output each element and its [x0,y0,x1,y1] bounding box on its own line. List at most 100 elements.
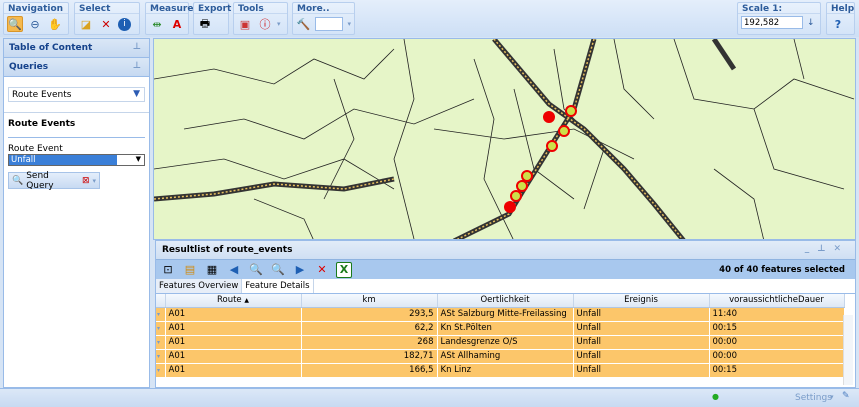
boundaries [154,39,855,239]
table-cell: 00:00 [709,335,845,350]
group-title: Select [75,3,139,14]
close-icon[interactable]: ✕ [833,244,849,254]
delete-icon[interactable]: ✕ [314,262,330,278]
table-cell: 00:15 [709,363,845,378]
table-cell: Landesgrenze O/S [437,335,574,350]
table-cell: Kn Linz [437,363,574,378]
chevron-down-icon[interactable]: ▾ [830,393,834,401]
results-table: Route ▲ km Oertlichkeit Ereignis vorauss… [156,294,845,378]
pin-icon[interactable]: ⊥ [133,42,141,52]
select-icon[interactable]: ◪ [78,16,94,32]
settings-menu[interactable]: Settings [795,393,832,403]
tools-group: Tools ▣ ⓘ ▾ [233,2,288,35]
chevron-down-icon[interactable]: ▾ [277,20,281,28]
column-header-oertlichkeit[interactable]: Oertlichkeit [437,294,574,308]
layer-icon[interactable]: ▦ [204,262,220,278]
table-row[interactable]: ▾ A01 268 Landesgrenze O/S Unfall 00:00 [156,335,845,350]
toc-header[interactable]: Table of Content ⊥ [4,39,149,58]
select-group: Select ◪ ✕ i [74,2,140,35]
table-cell: Unfall [573,321,710,336]
send-query-label: Send Query [26,170,54,191]
clear-selection-icon[interactable]: ✕ [98,16,114,32]
route-event-value: Unfall [9,155,117,165]
query-select[interactable]: Route Events ▼ [8,87,145,102]
edit-pen-icon[interactable]: ✎ [842,391,850,401]
tooltip-icon[interactable]: ⓘ [257,16,273,32]
table-cell: 166,5 [301,363,438,378]
table-scrollbar[interactable] [843,315,853,385]
pin-icon[interactable]: ⊥ [133,61,141,71]
tool-icon[interactable]: ▣ [237,16,253,32]
row-expander-icon[interactable]: ▾ [156,335,166,350]
table-cell: Unfall [573,363,710,378]
zoom-previous-icon[interactable]: 🔍 [248,262,264,278]
result-title: Resultlist of route_events [162,245,293,255]
scale-input[interactable]: 192,582 [741,16,803,29]
pan-hand-icon[interactable]: ✋ [47,16,63,32]
table-cell: 182,71 [301,349,438,364]
row-expander-icon[interactable]: ▾ [156,349,166,364]
table-icon[interactable]: ▤ [182,262,198,278]
row-expander-icon[interactable]: ▾ [156,321,166,336]
table-row[interactable]: ▾ A01 293,5 ASt Salzburg Mitte-Freilassing U… [156,307,845,322]
navigation-group: Navigation 🔍 ⊖ ✋ [3,2,69,35]
row-expander-icon[interactable]: ▾ [156,363,166,378]
event-marker [521,170,533,182]
zoom-next-icon[interactable]: 🔍 [270,262,286,278]
arrow-right-icon[interactable]: ▶ [292,262,308,278]
row-handle-header [156,294,166,308]
map-view[interactable] [153,38,856,240]
table-cell: ASt Salzburg Mitte-Freilassing [437,307,574,322]
scale-label: Scale 1: [738,3,820,14]
arrow-left-icon[interactable]: ◀ [226,262,242,278]
chevron-down-icon[interactable]: ▼ [136,155,141,163]
zoom-out-icon[interactable]: ⊖ [27,16,43,32]
zoom-to-selection-icon[interactable]: ⊡ [160,262,176,278]
status-indicator-icon: ● [712,392,719,401]
queries-header[interactable]: Queries ⊥ [4,58,149,77]
print-icon[interactable]: 🖶 [197,16,213,32]
group-title: Measure [146,3,193,14]
row-expander-icon[interactable]: ▾ [156,307,166,322]
send-query-button[interactable]: 🔍 Send Query ⊠ ▾ [8,170,100,191]
column-header-km[interactable]: km [301,294,438,308]
column-header-dauer[interactable]: voraussichtlicheDauer [709,294,845,308]
tab-feature-details[interactable]: Feature Details [242,279,314,293]
chevron-down-icon[interactable]: ▾ [92,177,96,185]
query-tool-icon[interactable]: ⊠ [82,176,90,186]
result-toolbar: ⊡ ▤ ▦ ◀ 🔍 🔍 ▶ ✕ X 40 of 40 features selected [156,259,855,279]
measure-area-icon[interactable]: A [169,16,185,32]
table-row[interactable]: ▾ A01 182,71 ASt Allhaming Unfall 00:00 [156,349,845,364]
route-event-select[interactable]: Unfall ▼ [8,154,145,166]
roads [154,39,737,239]
event-marker [543,111,555,123]
minimize-icon[interactable]: _ [805,244,818,254]
tab-features-overview[interactable]: Features Overview [156,279,243,293]
table-cell: 11:40 [709,307,845,322]
chevron-down-icon[interactable]: ▾ [347,20,351,28]
left-panel: Table of Content ⊥ Queries ⊥ Route Events ▼… [3,38,150,388]
event-marker [504,201,516,213]
table-cell: Unfall [573,307,710,322]
more-input[interactable] [315,17,344,31]
measure-distance-icon[interactable]: ⇹ [149,16,165,32]
result-header: Resultlist of route_events _⊥✕ [156,241,855,259]
table-row[interactable]: ▾ A01 62,2 Kn St.Pölten Unfall 00:15 [156,321,845,336]
table-cell: A01 [165,349,302,364]
pin-icon[interactable]: ⊥ [817,244,833,254]
table-cell: A01 [165,335,302,350]
zoom-in-icon[interactable]: 🔍 [7,16,23,32]
table-cell: ASt Allhaming [437,349,574,364]
hammer-icon[interactable]: 🔨 [296,16,311,32]
excel-export-icon[interactable]: X [336,261,352,278]
column-header-ereignis[interactable]: Ereignis [573,294,710,308]
table-row[interactable]: ▾ A01 166,5 Kn Linz Unfall 00:15 [156,363,845,378]
scale-apply-icon[interactable]: ↓ [807,18,815,28]
help-icon[interactable]: ? [830,16,846,32]
column-header-route[interactable]: Route ▲ [165,294,302,308]
chevron-down-icon[interactable]: ▼ [133,89,140,99]
measure-group: Measure ⇹ A [145,2,193,35]
info-icon[interactable]: i [118,17,131,31]
table-cell: 62,2 [301,321,438,336]
table-cell: Kn St.Pölten [437,321,574,336]
